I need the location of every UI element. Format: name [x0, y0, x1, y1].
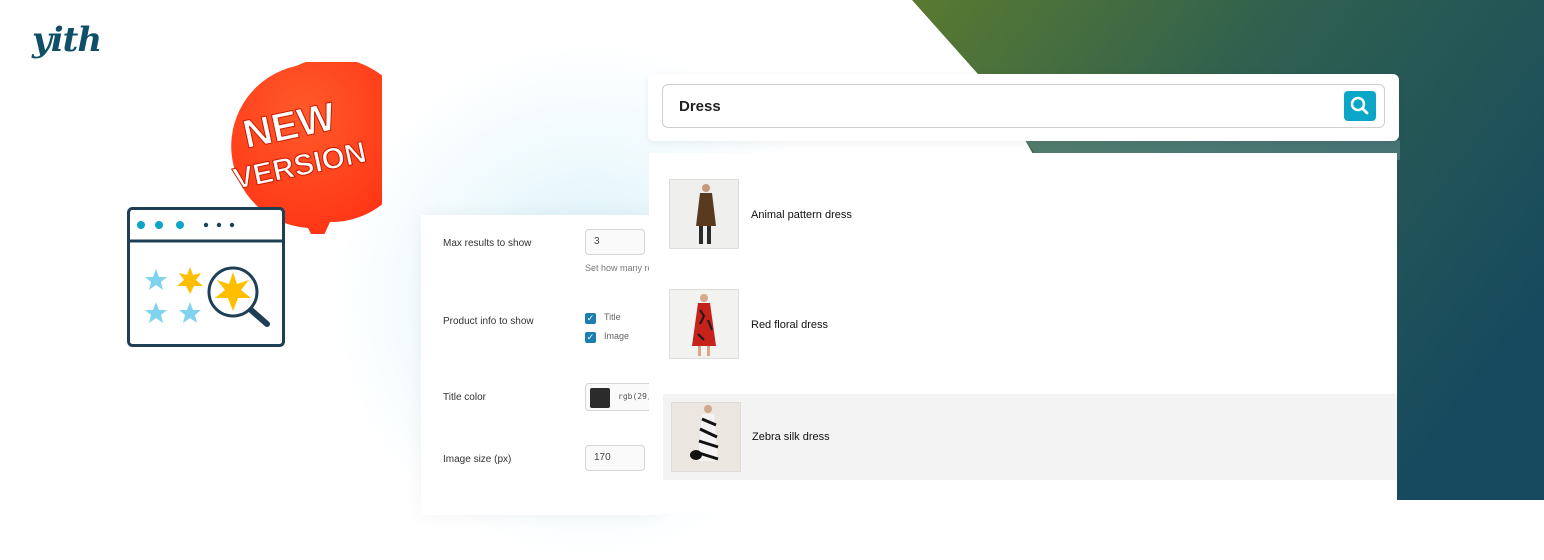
search-results: Animal pattern dress Red floral dress Ze… [649, 153, 1397, 513]
image-checkbox-label: Image [604, 331, 630, 341]
title-color-label: Title color [443, 392, 486, 403]
product-thumbnail[interactable] [671, 402, 741, 472]
search-card: Dress [648, 74, 1399, 141]
yith-logo: yith [32, 20, 102, 60]
result-title[interactable]: Animal pattern dress [751, 209, 852, 221]
result-item[interactable]: Animal pattern dress [649, 153, 1397, 249]
product-info-label: Product info to show [443, 316, 534, 327]
browser-illustration [127, 207, 285, 347]
settings-panel: Max results to show 3 Set how many re Pr… [421, 215, 666, 515]
title-checkbox[interactable]: ✓ [585, 313, 596, 324]
product-thumbnail[interactable] [669, 179, 739, 249]
image-size-input[interactable]: 170 [585, 445, 645, 471]
result-title[interactable]: Zebra silk dress [752, 431, 830, 443]
result-item-highlighted[interactable]: Zebra silk dress [663, 394, 1397, 480]
image-size-label: Image size (px) [443, 454, 512, 465]
search-input[interactable]: Dress [662, 84, 1385, 128]
max-results-label: Max results to show [443, 238, 532, 249]
image-checkbox[interactable]: ✓ [585, 332, 596, 343]
color-swatch[interactable] [590, 388, 610, 408]
search-icon [1350, 96, 1369, 115]
title-checkbox-label: Title [604, 312, 621, 322]
product-thumbnail[interactable] [669, 289, 739, 359]
title-color-picker[interactable]: rgb(29,... [585, 383, 666, 411]
max-results-hint: Set how many re [585, 263, 653, 273]
result-title[interactable]: Red floral dress [751, 319, 828, 331]
search-button[interactable] [1344, 91, 1376, 121]
max-results-input[interactable]: 3 [585, 229, 645, 255]
result-item[interactable]: Red floral dress [649, 263, 1397, 359]
search-query: Dress [679, 98, 721, 115]
